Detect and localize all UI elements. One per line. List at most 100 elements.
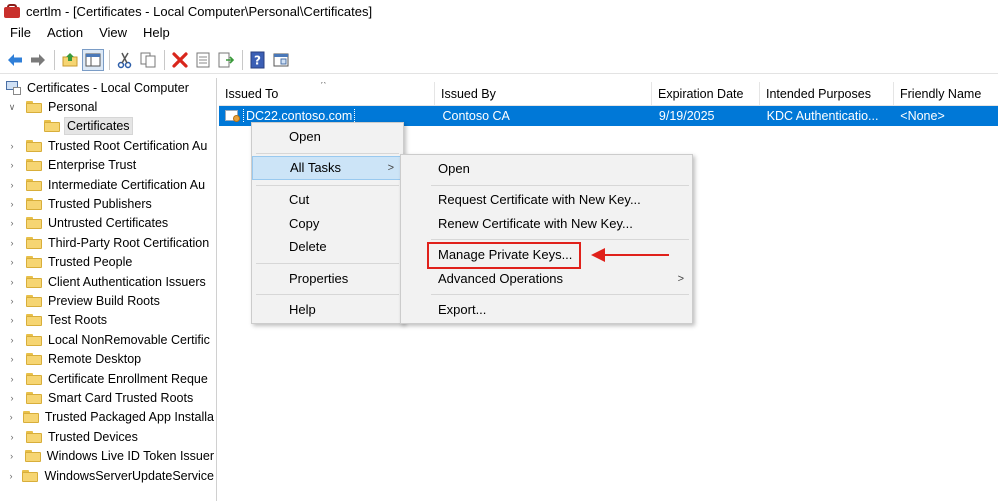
folder-icon: [26, 159, 42, 172]
folder-icon: [26, 333, 42, 346]
chevron-right-icon: >: [387, 162, 394, 174]
submenu-item-export[interactable]: Export...: [401, 298, 692, 322]
chevron-right-icon[interactable]: ›: [6, 314, 18, 326]
submenu-item-renew-new-key[interactable]: Renew Certificate with New Key...: [401, 212, 692, 236]
back-arrow-icon[interactable]: [4, 49, 26, 71]
menu-separator: [431, 185, 689, 186]
chevron-right-icon[interactable]: ›: [6, 431, 18, 443]
folder-icon: [26, 314, 42, 327]
cut-icon[interactable]: [114, 49, 136, 71]
tree-item[interactable]: › Third-Party Root Certification: [0, 233, 216, 252]
folder-icon: [26, 372, 42, 385]
menu-view[interactable]: View: [91, 22, 135, 44]
annotation-arrow-icon: [591, 248, 669, 262]
toolbar: ?: [0, 46, 998, 74]
menu-separator: [256, 263, 399, 264]
tree-item[interactable]: › Trusted Devices: [0, 427, 216, 446]
tree-item[interactable]: › Trusted Root Certification Au: [0, 136, 216, 155]
tree-item[interactable]: › Client Authentication Issuers: [0, 272, 216, 291]
folder-icon: [26, 275, 42, 288]
context-menu: Open All Tasks > Cut Copy Delete Propert…: [251, 122, 404, 324]
forward-arrow-icon[interactable]: [27, 49, 49, 71]
column-friendly-name[interactable]: Friendly Name: [894, 82, 998, 106]
copy-icon[interactable]: [137, 49, 159, 71]
column-expiration-date[interactable]: Expiration Date: [652, 82, 760, 106]
tree-item[interactable]: › Test Roots: [0, 311, 216, 330]
menu-item-delete[interactable]: Delete: [252, 235, 403, 259]
chevron-right-icon[interactable]: ›: [6, 256, 18, 268]
tree-item[interactable]: › Windows Live ID Token Issuer: [0, 446, 216, 465]
chevron-right-icon[interactable]: ›: [6, 198, 18, 210]
menu-file[interactable]: File: [0, 22, 39, 44]
chevron-right-icon[interactable]: ›: [6, 217, 18, 229]
chevron-right-icon[interactable]: ›: [6, 392, 18, 404]
menu-separator: [256, 153, 399, 154]
folder-icon: [26, 217, 42, 230]
chevron-right-icon[interactable]: ›: [6, 140, 18, 152]
chevron-right-icon[interactable]: ›: [6, 450, 17, 462]
delete-icon[interactable]: [169, 49, 191, 71]
toolbar-separator: [54, 49, 55, 70]
submenu-item-advanced-operations[interactable]: Advanced Operations >: [401, 267, 692, 291]
chevron-right-icon: >: [677, 273, 684, 285]
submenu-item-request-new-key[interactable]: Request Certificate with New Key...: [401, 188, 692, 212]
menu-item-cut[interactable]: Cut: [252, 188, 403, 212]
folder-icon: [24, 450, 41, 463]
chevron-right-icon[interactable]: ›: [6, 373, 18, 385]
cell-expiration-date: 9/19/2025: [658, 109, 715, 123]
help-icon[interactable]: ?: [247, 49, 269, 71]
tree-item[interactable]: › Trusted Publishers: [0, 194, 216, 213]
tree-item[interactable]: › Remote Desktop: [0, 349, 216, 368]
tree-item[interactable]: › Trusted Packaged App Installa: [0, 408, 216, 427]
chevron-right-icon[interactable]: ›: [6, 470, 16, 482]
column-intended-purposes[interactable]: Intended Purposes: [760, 82, 894, 106]
chevron-right-icon[interactable]: ›: [6, 411, 16, 423]
folder-icon: [26, 430, 42, 443]
tree-item[interactable]: › Preview Build Roots: [0, 291, 216, 310]
chevron-right-icon[interactable]: ›: [6, 159, 18, 171]
menu-item-help[interactable]: Help: [252, 298, 403, 322]
cell-issued-by: Contoso CA: [442, 109, 510, 123]
tree-root[interactable]: Certificates - Local Computer: [0, 78, 216, 97]
menu-item-all-tasks[interactable]: All Tasks >: [252, 156, 403, 180]
mmc-view-icon[interactable]: [270, 49, 292, 71]
folder-icon: [26, 198, 42, 211]
menu-help[interactable]: Help: [135, 22, 178, 44]
tree-item[interactable]: › WindowsServerUpdateService: [0, 466, 216, 485]
menu-action[interactable]: Action: [39, 22, 91, 44]
chevron-right-icon[interactable]: ›: [6, 334, 18, 346]
menu-separator: [431, 294, 689, 295]
chevron-down-icon[interactable]: ∨: [6, 101, 18, 113]
menu-separator: [256, 185, 399, 186]
chevron-right-icon[interactable]: ›: [6, 179, 18, 191]
folder-icon: [26, 353, 42, 366]
tree-item[interactable]: › Smart Card Trusted Roots: [0, 388, 216, 407]
tree-item[interactable]: › Local NonRemovable Certific: [0, 330, 216, 349]
tree-item[interactable]: › Trusted People: [0, 253, 216, 272]
tree-item[interactable]: › Intermediate Certification Au: [0, 175, 216, 194]
menu-separator: [256, 294, 399, 295]
tree-item[interactable]: › Untrusted Certificates: [0, 214, 216, 233]
submenu-item-open[interactable]: Open: [401, 157, 692, 181]
menu-item-copy[interactable]: Copy: [252, 212, 403, 236]
menu-item-properties[interactable]: Properties: [252, 267, 403, 291]
tree-item-certificates[interactable]: Certificates: [0, 117, 216, 136]
up-folder-icon[interactable]: [59, 49, 81, 71]
menu-bar: File Action View Help: [0, 22, 998, 44]
chevron-right-icon[interactable]: ›: [6, 353, 18, 365]
column-issued-by[interactable]: Issued By: [435, 82, 652, 106]
menu-item-open[interactable]: Open: [252, 125, 403, 149]
tree-item-personal[interactable]: ∨ Personal: [0, 97, 216, 116]
cell-intended-purposes: KDC Authenticatio...: [766, 109, 879, 123]
tree-item[interactable]: › Certificate Enrollment Reque: [0, 369, 216, 388]
chevron-right-icon[interactable]: ›: [6, 276, 18, 288]
column-issued-to[interactable]: Issued To ^: [219, 82, 435, 106]
export-list-icon[interactable]: [215, 49, 237, 71]
annotation-highlight-box: [427, 242, 581, 269]
properties-icon[interactable]: [192, 49, 214, 71]
title-bar: certlm - [Certificates - Local Computer\…: [0, 0, 998, 22]
chevron-right-icon[interactable]: ›: [6, 295, 18, 307]
tree-item[interactable]: › Enterprise Trust: [0, 156, 216, 175]
chevron-right-icon[interactable]: ›: [6, 237, 18, 249]
show-hide-tree-icon[interactable]: [82, 48, 104, 71]
